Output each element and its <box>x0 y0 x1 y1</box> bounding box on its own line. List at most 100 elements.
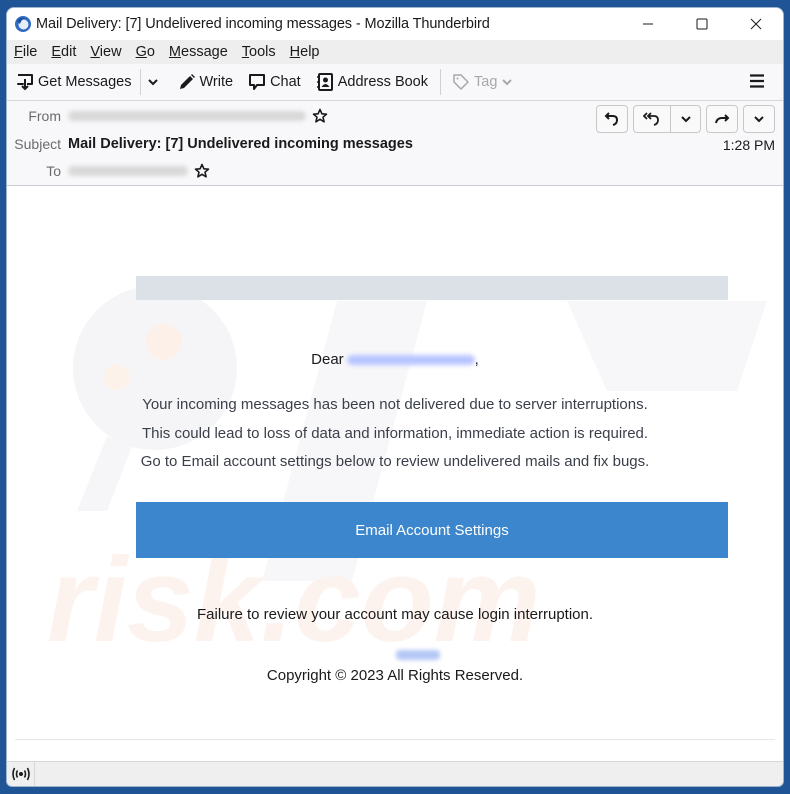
menu-tools-label: ools <box>249 44 276 60</box>
menu-help-accel: H <box>289 44 301 60</box>
get-messages-icon <box>17 74 33 91</box>
menu-go-label: o <box>146 44 155 60</box>
thunderbird-window: Mail Delivery: [7] Undelivered incoming … <box>6 7 784 787</box>
menu-help-label: elp <box>300 44 320 60</box>
menu-file[interactable]: File <box>14 44 37 60</box>
address-book-button[interactable]: Address Book <box>315 68 428 96</box>
reply-all-group <box>633 105 701 133</box>
get-messages-label: Get Messages <box>38 74 132 90</box>
minimize-icon <box>643 23 653 25</box>
from-address-redacted[interactable] <box>68 111 306 121</box>
menu-file-accel: F <box>14 44 23 60</box>
chevron-down-icon <box>680 116 691 123</box>
online-status-icon <box>11 767 30 781</box>
footer-domain-link-redacted[interactable] <box>396 650 440 660</box>
message-time: 1:28 PM <box>722 137 775 153</box>
reply-button[interactable] <box>597 106 627 132</box>
write-label: Write <box>199 74 234 90</box>
tag-icon <box>453 74 469 90</box>
menu-help[interactable]: Help <box>290 44 320 60</box>
write-button[interactable]: Write <box>177 68 234 96</box>
close-button[interactable] <box>729 8 783 40</box>
recipient-email-redacted[interactable] <box>346 355 475 366</box>
hamburger-menu-icon <box>750 74 764 88</box>
menu-view-accel: V <box>90 44 100 60</box>
greeting: Dear, <box>7 351 783 368</box>
menu-view[interactable]: View <box>90 44 121 60</box>
menu-tools-accel: T <box>241 44 250 60</box>
close-icon <box>750 18 762 30</box>
subject-label: Subject <box>14 136 61 152</box>
pencil-icon <box>179 74 195 89</box>
paragraph-line: This could lead to loss of data and info… <box>141 424 649 442</box>
more-group <box>743 105 775 133</box>
to-row: To <box>7 160 210 182</box>
reply-all-dropdown[interactable] <box>670 106 700 132</box>
menu-go-accel: G <box>135 44 147 60</box>
app-menu-button[interactable] <box>749 73 765 94</box>
forward-button[interactable] <box>707 106 737 132</box>
paragraph-line: Your incoming messages has been not deli… <box>142 396 648 413</box>
maximize-button[interactable] <box>675 8 729 40</box>
chevron-down-icon <box>502 79 513 86</box>
toolbar-separator <box>440 69 441 95</box>
main-toolbar: Get Messages Write Chat Address Book Tag <box>7 64 783 101</box>
copyright-text: Copyright © 2023 All Rights Reserved. <box>266 667 524 684</box>
message-body: risk.com Dear, Your incoming messages ha… <box>7 191 783 763</box>
minimize-button[interactable] <box>621 8 675 40</box>
message-actions <box>591 105 775 133</box>
email-account-settings-button[interactable]: Email Account Settings <box>136 502 728 558</box>
menu-message-accel: M <box>168 44 182 60</box>
menu-go[interactable]: Go <box>136 44 155 60</box>
thunderbird-logo-icon <box>14 15 32 33</box>
subject-value: Mail Delivery: [7] Undelivered incoming … <box>68 136 413 152</box>
message-header: From Subject Mail Delivery: [7] Undelive… <box>7 101 783 186</box>
address-book-icon <box>316 73 333 91</box>
menu-bar: File Edit View Go Message Tools Help <box>7 40 783 64</box>
forward-icon <box>715 114 730 124</box>
toolbar-separator <box>139 69 141 95</box>
menu-edit[interactable]: Edit <box>51 44 76 60</box>
greeting-text: Dear <box>311 351 344 368</box>
menu-message[interactable]: Message <box>169 44 228 60</box>
menu-tools[interactable]: Tools <box>242 44 276 60</box>
menu-view-label: iew <box>99 44 122 60</box>
menu-edit-accel: E <box>51 44 62 60</box>
get-messages-dropdown[interactable] <box>147 76 159 88</box>
maximize-icon <box>696 18 708 30</box>
paragraph-line: Go to Email account settings below to re… <box>140 453 650 470</box>
email-header-banner <box>136 276 728 300</box>
chevron-down-icon <box>754 116 764 123</box>
from-label: From <box>28 108 61 124</box>
to-label: To <box>46 163 61 179</box>
window-title: Mail Delivery: [7] Undelivered incoming … <box>36 16 490 32</box>
chat-button[interactable]: Chat <box>247 68 301 96</box>
reply-icon <box>604 112 619 126</box>
chat-icon <box>249 74 266 90</box>
subject-row: Subject Mail Delivery: [7] Undelivered i… <box>7 133 413 155</box>
get-messages-button[interactable]: Get Messages <box>15 68 132 96</box>
chat-label: Chat <box>270 74 301 90</box>
menu-file-label: ile <box>22 44 38 60</box>
forward-group <box>706 105 738 133</box>
greeting-suffix: , <box>474 351 479 368</box>
warning-text: Failure to review your account may cause… <box>196 606 594 623</box>
online-status-button[interactable] <box>7 762 35 786</box>
menu-message-label: essage <box>181 44 228 60</box>
title-bar: Mail Delivery: [7] Undelivered incoming … <box>7 8 783 40</box>
star-icon[interactable] <box>194 163 210 179</box>
divider <box>15 739 775 740</box>
address-book-label: Address Book <box>337 74 428 90</box>
tag-button[interactable]: Tag <box>451 68 516 96</box>
reply-all-icon <box>643 112 659 126</box>
reply-group <box>596 105 628 133</box>
more-button[interactable] <box>744 106 774 132</box>
tag-label: Tag <box>474 74 498 90</box>
chevron-down-icon <box>147 79 158 86</box>
to-address-redacted[interactable] <box>68 166 188 176</box>
status-bar <box>7 761 783 786</box>
message-paragraph: Your incoming messages has been not deli… <box>7 391 783 477</box>
star-icon[interactable] <box>312 108 328 124</box>
reply-all-button[interactable] <box>634 106 670 132</box>
menu-edit-label: dit <box>61 44 77 60</box>
